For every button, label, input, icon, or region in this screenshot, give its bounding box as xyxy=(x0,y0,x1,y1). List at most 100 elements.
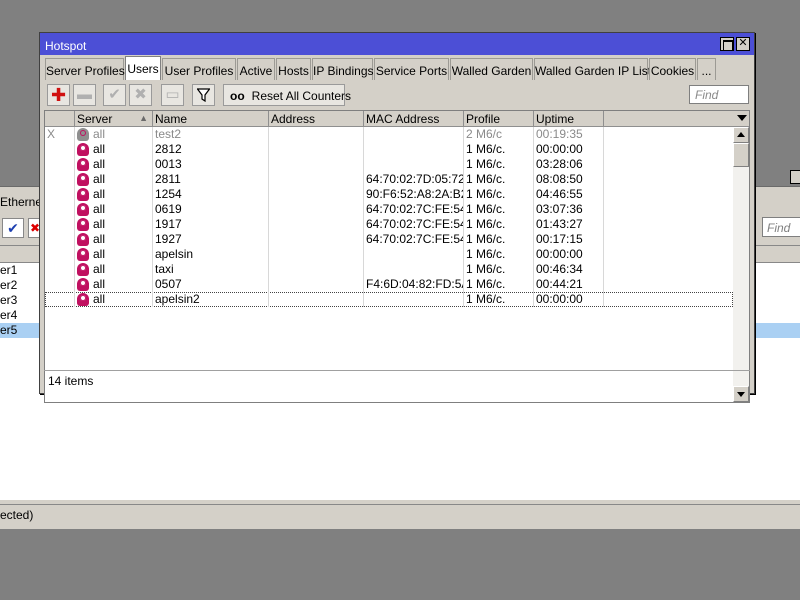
table-row[interactable]: all 0013 1 M6/c. 03:28:06 xyxy=(45,157,733,172)
maximize-button[interactable] xyxy=(720,37,734,51)
table-row[interactable]: all 1917 64:70:02:7C:FE:54 1 M6/c. 01:43:27 xyxy=(45,217,733,232)
address-cell xyxy=(269,187,364,202)
uptime-cell: 03:28:06 xyxy=(534,157,604,172)
reset-all-counters-button[interactable]: oo Reset All Counters xyxy=(223,84,351,106)
table-row[interactable]: all 2812 1 M6/c. 00:00:00 xyxy=(45,142,733,157)
server-value: all xyxy=(93,217,106,231)
mac-address-cell xyxy=(364,262,464,277)
scroll-thumb[interactable] xyxy=(733,143,749,167)
user-icon xyxy=(77,203,89,216)
uptime-cell: 03:07:36 xyxy=(534,202,604,217)
table-row[interactable]: all 0507 F4:6D:04:82:FD:5A 1 M6/c. 00:44:21 xyxy=(45,277,733,292)
tab-hosts[interactable]: Hosts xyxy=(276,58,311,80)
server-cell: all xyxy=(75,217,153,232)
column-menu-icon[interactable] xyxy=(737,115,747,121)
disable-button[interactable]: ✖ xyxy=(129,84,152,106)
column-header-flag[interactable] xyxy=(45,111,75,127)
server-cell: all xyxy=(75,157,153,172)
profile-cell: 1 M6/c. xyxy=(464,142,534,157)
profile-cell: 1 M6/c. xyxy=(464,292,534,307)
table-row[interactable]: all taxi 1 M6/c. 00:46:34 xyxy=(45,262,733,277)
table-row[interactable]: all 0619 64:70:02:7C:FE:54 1 M6/c. 03:07:36 xyxy=(45,202,733,217)
mac-address-cell: 64:70:02:7C:FE:54 xyxy=(366,202,464,217)
comment-icon: ▭ xyxy=(165,86,180,103)
vertical-scrollbar[interactable] xyxy=(733,127,749,402)
user-icon xyxy=(77,128,89,141)
scroll-up-button[interactable] xyxy=(733,127,749,143)
background-maximize-button[interactable] xyxy=(790,170,800,184)
column-header-address[interactable]: Address xyxy=(269,111,364,127)
name-cell: 2811 xyxy=(153,172,269,187)
flag-cell xyxy=(45,172,75,187)
table-row[interactable]: all apelsin 1 M6/c. 00:00:00 xyxy=(45,247,733,262)
address-cell xyxy=(269,292,364,307)
close-button[interactable]: ✕ xyxy=(736,37,750,51)
table-row[interactable]: Xall test2 2 M6/c 00:19:35 xyxy=(45,127,733,142)
address-cell xyxy=(269,232,364,247)
tab-service-ports[interactable]: Service Ports xyxy=(374,58,449,80)
sort-ascending-icon: ▲ xyxy=(139,113,148,123)
window-title[interactable]: Hotspot xyxy=(40,33,754,55)
filter-button[interactable] xyxy=(192,84,215,106)
user-icon xyxy=(77,173,89,186)
mac-address-cell xyxy=(364,292,464,307)
flag-cell xyxy=(45,202,75,217)
mac-address-cell: F4:6D:04:82:FD:5A xyxy=(366,277,464,292)
name-cell: taxi xyxy=(153,262,269,277)
tab-user-profiles[interactable]: User Profiles xyxy=(162,58,236,80)
enable-button[interactable]: ✔ xyxy=(2,218,24,238)
tab-cookies[interactable]: Cookies xyxy=(649,58,696,80)
flag-cell xyxy=(45,142,75,157)
server-cell: all xyxy=(75,247,153,262)
tab-walled-garden-ip-list[interactable]: Walled Garden IP List xyxy=(534,58,651,80)
mac-address-cell: 64:70:02:7D:05:72 xyxy=(366,172,464,187)
profile-cell: 1 M6/c. xyxy=(464,262,534,277)
background-find-input[interactable]: Find xyxy=(762,217,800,237)
server-cell: all xyxy=(75,202,153,217)
column-header-name[interactable]: Name xyxy=(153,111,269,127)
user-icon xyxy=(77,278,89,291)
address-cell xyxy=(269,247,364,262)
add-button[interactable]: ✚ xyxy=(47,84,70,106)
check-icon: ✔ xyxy=(108,86,121,103)
name-cell: 2812 xyxy=(153,142,269,157)
name-cell: test2 xyxy=(153,127,269,142)
tab-users[interactable]: Users xyxy=(125,56,161,80)
server-cell: all xyxy=(75,262,153,277)
enable-button[interactable]: ✔ xyxy=(103,84,126,106)
flag-cell xyxy=(45,187,75,202)
server-value: all xyxy=(93,202,106,216)
uptime-cell: 00:46:34 xyxy=(534,262,604,277)
flag-cell xyxy=(45,157,75,172)
background-status-bar: ected) xyxy=(0,504,800,524)
column-header-mac-address[interactable]: MAC Address xyxy=(364,111,464,127)
table-row[interactable]: all 1254 90:F6:52:A8:2A:B2 1 M6/c. 04:46:55 xyxy=(45,187,733,202)
tab-more[interactable]: ... xyxy=(697,58,716,80)
address-cell xyxy=(269,277,364,292)
column-header-uptime[interactable]: Uptime xyxy=(534,111,604,127)
table-row[interactable]: all apelsin2 1 M6/c. 00:00:00 xyxy=(45,292,733,307)
name-cell: 0013 xyxy=(153,157,269,172)
column-header-profile[interactable]: Profile xyxy=(464,111,534,127)
server-cell: all xyxy=(75,277,153,292)
comment-button[interactable]: ▭ xyxy=(161,84,184,106)
server-value: all xyxy=(93,172,106,186)
user-icon xyxy=(77,293,89,306)
tab-walled-garden[interactable]: Walled Garden xyxy=(450,58,533,80)
find-input[interactable]: Find xyxy=(689,85,749,104)
server-value: all xyxy=(93,277,106,291)
tab-active[interactable]: Active xyxy=(237,58,275,80)
table-row[interactable]: all 1927 64:70:02:7C:FE:54 1 M6/c. 00:17:15 xyxy=(45,232,733,247)
tab-server-profiles[interactable]: Server Profiles xyxy=(45,58,125,80)
plus-icon: ✚ xyxy=(50,85,67,105)
close-icon: ✕ xyxy=(738,37,748,49)
uptime-cell: 04:46:55 xyxy=(534,187,604,202)
uptime-cell: 00:44:21 xyxy=(534,277,604,292)
profile-cell: 1 M6/c. xyxy=(464,172,534,187)
tab-ip-bindings[interactable]: IP Bindings xyxy=(312,58,374,80)
table-row[interactable]: all 2811 64:70:02:7D:05:72 1 M6/c. 08:08:50 xyxy=(45,172,733,187)
column-header-server[interactable]: Server ▲ xyxy=(75,111,153,127)
remove-button[interactable]: ▬ xyxy=(73,84,96,106)
mac-address-cell xyxy=(364,142,464,157)
address-cell xyxy=(269,127,364,142)
